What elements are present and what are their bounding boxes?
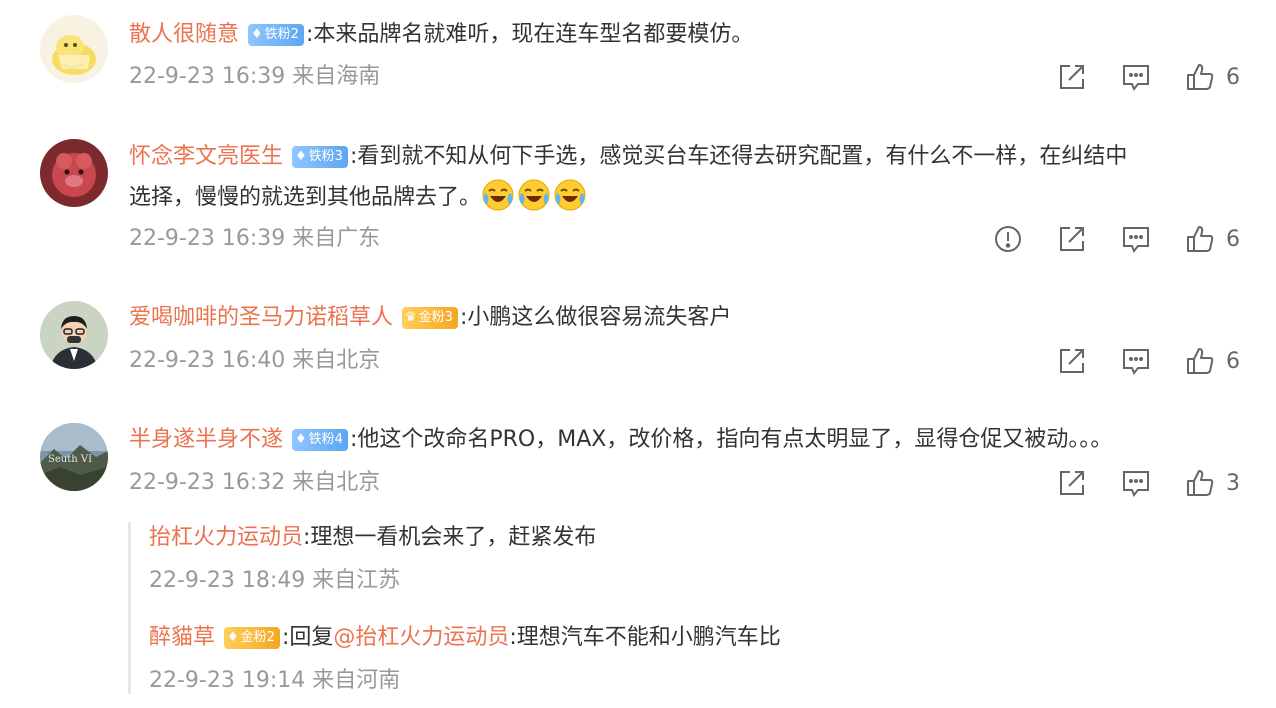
- timestamp: 22-9-23 16:39: [129, 226, 286, 251]
- reply-text: :理想一看机会来了，赶紧发布: [303, 525, 597, 550]
- diamond-icon: ♦: [295, 432, 307, 447]
- share-icon[interactable]: [1056, 223, 1088, 255]
- comment-meta: 22-9-23 16:40 来自北京: [129, 347, 380, 375]
- laughing-crying-emoji: [517, 178, 551, 212]
- comment-text-line: 怀念李文亮医生 ♦ 铁粉3:看到就不知从何下手选，感觉买台车还得去研究配置，有什么…: [129, 136, 1236, 177]
- reply-meta: 22-9-23 18:49 来自江苏: [149, 567, 400, 595]
- share-icon[interactable]: [1056, 345, 1088, 377]
- reply-text-line: 抬杠火力运动员:理想一看机会来了，赶紧发布: [149, 522, 596, 554]
- username-link[interactable]: 抬杠火力运动员: [149, 525, 303, 550]
- badge-label: 铁粉2: [264, 27, 299, 42]
- share-icon[interactable]: [1056, 61, 1088, 93]
- location: 来自江苏: [312, 568, 401, 593]
- location: 来自北京: [292, 348, 381, 373]
- comment-actions: 6: [960, 223, 1240, 255]
- fan-badge[interactable]: ♦ 铁粉4: [292, 429, 348, 451]
- diamond-icon: ♦: [295, 149, 307, 164]
- username-link[interactable]: 半身遂半身不遂: [129, 427, 283, 452]
- reply-text-line: 醉貓草 ♦ 金粉2:回复@抬杠火力运动员:理想汽车不能和小鹏汽车比: [149, 622, 781, 654]
- comment-text-line: 半身遂半身不遂 ♦ 铁粉4:他这个改命名PRO，MAX，改价格，指向有点太明显了，…: [129, 419, 1236, 460]
- laughing-crying-emoji: [481, 178, 515, 212]
- comment-meta: 22-9-23 16:39 来自广东: [129, 225, 380, 253]
- timestamp: 22-9-23 19:14: [149, 668, 306, 693]
- comment-icon[interactable]: [1120, 223, 1152, 255]
- thumbs-up-icon[interactable]: [1184, 345, 1216, 377]
- timestamp: 22-9-23 16:32: [129, 470, 286, 495]
- mention-link[interactable]: @抬杠火力运动员: [333, 625, 509, 650]
- comment-actions: 6: [1024, 61, 1240, 93]
- comment-text: :小鹏这么做很容易流失客户: [459, 305, 732, 330]
- username-link[interactable]: 醉貓草: [149, 625, 215, 650]
- reply-text: :理想汽车不能和小鹏汽车比: [509, 625, 781, 650]
- crown-icon: ♛: [405, 310, 417, 325]
- avatar[interactable]: [40, 15, 108, 83]
- laughing-crying-emoji: [553, 178, 587, 212]
- badge-label: 金粉2: [240, 630, 275, 645]
- location: 来自广东: [292, 226, 381, 251]
- avatar[interactable]: Seuth VI: [40, 423, 108, 491]
- like-count: 6: [1226, 64, 1240, 90]
- fan-badge[interactable]: ♦ 金粉2: [224, 627, 280, 649]
- comment-text-line: 爱喝咖啡的圣马力诺稻草人 ♛ 金粉3:小鹏这么做很容易流失客户: [129, 297, 1236, 338]
- comment-icon[interactable]: [1120, 61, 1152, 93]
- comment-icon[interactable]: [1120, 345, 1152, 377]
- like-count: 6: [1226, 226, 1240, 252]
- like-count: 6: [1226, 348, 1240, 374]
- location: 来自河南: [312, 668, 401, 693]
- comment-text-line: 选择，慢慢的就选到其他品牌去了。: [129, 177, 1236, 218]
- avatar[interactable]: [40, 139, 108, 207]
- comment-text: 选择，慢慢的就选到其他品牌去了。: [129, 185, 482, 210]
- timestamp: 22-9-23 16:40: [129, 348, 286, 373]
- location: 来自北京: [292, 470, 381, 495]
- reply-meta: 22-9-23 19:14 来自河南: [149, 667, 400, 695]
- thumbs-up-icon[interactable]: [1184, 223, 1216, 255]
- comment-actions: 3: [1024, 467, 1240, 499]
- comment-text: :他这个改命名PRO，MAX，改价格，指向有点太明显了，显得仓促又被动。。。: [349, 427, 1113, 452]
- share-icon[interactable]: [1056, 467, 1088, 499]
- fan-badge[interactable]: ♦ 铁粉2: [248, 24, 304, 46]
- comment-meta: 22-9-23 16:32 来自北京: [129, 469, 380, 497]
- username-link[interactable]: 怀念李文亮医生: [129, 144, 283, 169]
- username-link[interactable]: 散人很随意: [129, 22, 239, 47]
- badge-label: 铁粉3: [308, 149, 343, 164]
- reply-prefix: :回复: [281, 625, 334, 650]
- comment-actions: 6: [1024, 345, 1240, 377]
- timestamp: 22-9-23 18:49: [149, 568, 306, 593]
- report-icon[interactable]: [992, 223, 1024, 255]
- avatar[interactable]: [40, 301, 108, 369]
- badge-label: 铁粉4: [308, 432, 343, 447]
- timestamp: 22-9-23 16:39: [129, 64, 286, 89]
- thumbs-up-icon[interactable]: [1184, 61, 1216, 93]
- like-count: 3: [1226, 470, 1240, 496]
- svg-text:Seuth VI: Seuth VI: [48, 454, 92, 465]
- badge-label: 金粉3: [418, 310, 453, 325]
- comment-meta: 22-9-23 16:39 来自海南: [129, 63, 380, 91]
- username-link[interactable]: 爱喝咖啡的圣马力诺稻草人: [129, 305, 393, 330]
- fan-badge[interactable]: ♦ 铁粉3: [292, 146, 348, 168]
- comment-text-line: 散人很随意 ♦ 铁粉2:本来品牌名就难听，现在连车型名都要模仿。: [129, 14, 1236, 55]
- comment-text: :看到就不知从何下手选，感觉买台车还得去研究配置，有什么不一样，在纠结中: [349, 144, 1128, 169]
- thumbs-up-icon[interactable]: [1184, 467, 1216, 499]
- diamond-icon: ♦: [227, 630, 239, 645]
- comment-text: :本来品牌名就难听，现在连车型名都要模仿。: [305, 22, 754, 47]
- reply-thread: 抬杠火力运动员:理想一看机会来了，赶紧发布 22-9-23 18:49 来自江苏…: [128, 522, 1231, 694]
- comment-icon[interactable]: [1120, 467, 1152, 499]
- diamond-icon: ♦: [251, 27, 263, 42]
- location: 来自海南: [292, 64, 381, 89]
- fan-badge[interactable]: ♛ 金粉3: [402, 307, 458, 329]
